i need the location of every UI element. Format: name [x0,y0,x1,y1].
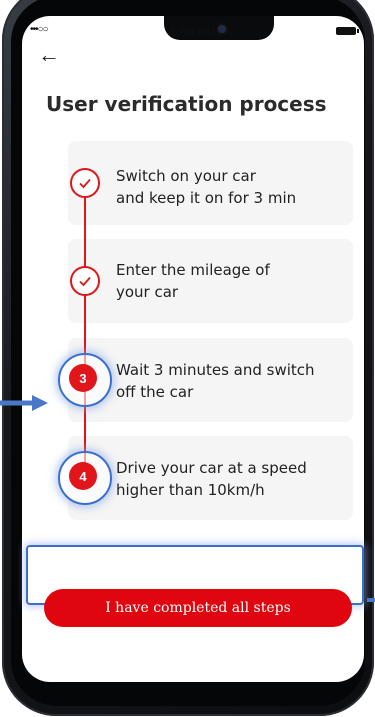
step-number-badge: 3 [69,364,97,392]
battery-icon [336,27,359,35]
step-line: your car [116,283,179,301]
check-icon [70,168,100,198]
step-line: Wait 3 minutes and switch [116,361,315,379]
step-line: Enter the mileage of [116,261,270,279]
step-number-badge: 4 [69,462,97,490]
step-line: and keep it on for 3 min [116,189,297,207]
step-line: Switch on your car [116,167,256,185]
check-icon [70,266,100,296]
step-text-1: Switch on your car and keep it on for 3 … [116,165,336,209]
status-bar: •••○○ 5:00 PM [22,24,364,42]
step-line: higher than 10km/h [116,481,265,499]
arrow-left-icon[interactable]: ← [38,44,60,66]
step-line: Drive your car at a speed [116,459,307,477]
pointer-arrow-icon [367,598,375,602]
timeline-line [84,177,86,477]
pointer-arrow-icon [0,395,48,411]
step-text-2: Enter the mileage of your car [116,259,336,303]
status-time: 5:00 PM [170,25,216,39]
step-text-3: Wait 3 minutes and switch off the car [116,359,336,403]
step-text-4: Drive your car at a speed higher than 10… [116,457,336,501]
step-line: off the car [116,383,194,401]
page-title: User verification process [46,92,327,116]
complete-steps-button[interactable]: I have completed all steps [44,589,352,627]
